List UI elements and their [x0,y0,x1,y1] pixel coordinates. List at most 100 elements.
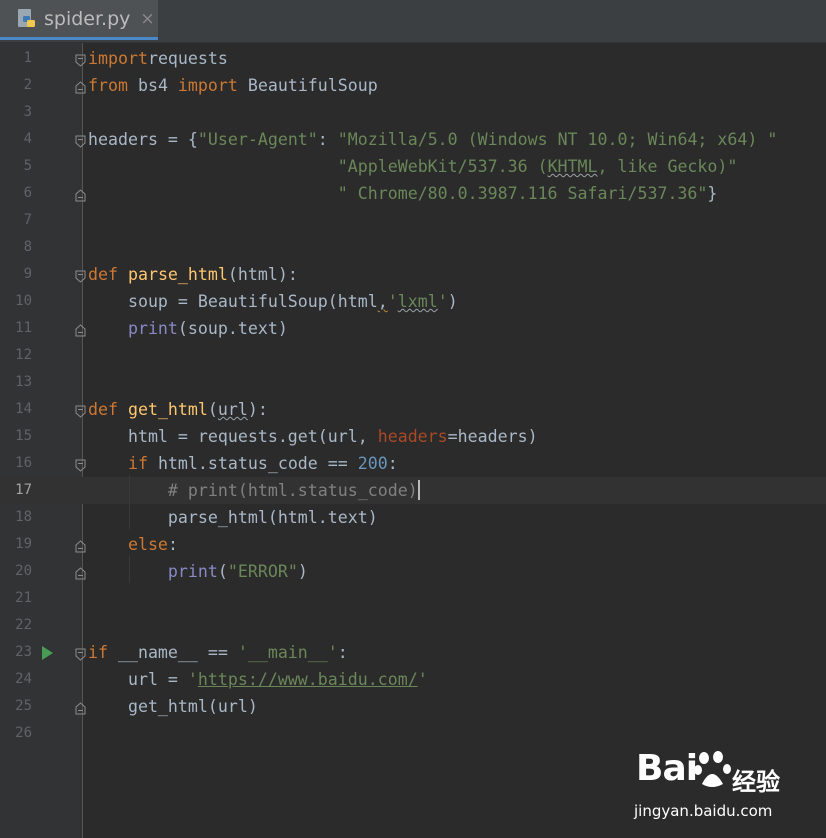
code-text: def parse_html(html): [88,261,298,288]
code-token: ) [297,562,308,581]
code-token: ' [187,670,198,689]
code-token: : [337,643,348,662]
code-token: =headers) [447,427,538,446]
code-line[interactable]: 5 "AppleWebKit/537.36 (KHTML, like Gecko… [0,153,826,180]
code-token: if [88,454,148,473]
code-token: bs4 [127,76,178,95]
code-line[interactable]: 16 if html.status_code == 200: [0,450,826,477]
code-line[interactable]: 9 def parse_html(html): [0,261,826,288]
code-line[interactable]: 26 [0,720,826,747]
fold-close-icon[interactable] [75,79,86,94]
fold-open-icon[interactable] [75,457,86,472]
fold-close-icon[interactable] [75,700,86,715]
line-number: 3 [23,104,32,120]
code-token: "Mozilla/5.0 (Windows NT 10.0; Win64; x6… [337,130,778,149]
code-token: parse_html [127,265,228,284]
code-token: https://www.baidu.com/ [197,670,418,689]
run-icon[interactable] [42,646,53,660]
code-line[interactable]: 21 [0,585,826,612]
fold-open-icon[interactable] [75,268,86,283]
fold-open-icon[interactable] [75,403,86,418]
code-token: , [377,292,388,311]
indent-guide [129,475,130,529]
code-line[interactable]: 14 def get_html(url): [0,396,826,423]
watermark-url: jingyan.baidu.com [634,802,773,820]
code-token: ' [387,292,398,311]
editor-tab-bar: spider.py × [0,0,826,43]
close-icon[interactable]: × [140,9,154,29]
line-number: 8 [23,239,32,255]
code-line[interactable]: 6 " Chrome/80.0.3987.116 Safari/537.36"} [0,180,826,207]
code-line[interactable]: 18 parse_html(html.text) [0,504,826,531]
line-number: 15 [15,428,32,444]
code-text: html = requests.get(url, headers=headers… [88,423,538,450]
code-token: html = requests.get(url, [88,427,378,446]
code-token: ): [247,400,268,419]
fold-open-icon[interactable] [75,133,86,148]
code-token: lxml [397,292,438,311]
line-number: 16 [15,455,32,471]
code-line[interactable]: 12 [0,342,826,369]
code-token: headers [377,427,448,446]
fold-open-icon[interactable] [75,646,86,661]
code-token: } [707,184,718,203]
line-number: 10 [15,293,32,309]
code-token: "AppleWebKit/537.36 ( [337,157,548,176]
code-token: print [88,562,218,581]
code-token: ' [417,670,428,689]
code-token: get_html(url) [88,697,258,716]
fold-close-icon[interactable] [75,565,86,580]
line-number: 6 [23,185,32,201]
fold-open-icon[interactable] [75,52,86,67]
fold-close-icon[interactable] [75,187,86,202]
code-token: import [88,49,148,68]
code-token: headers = { [88,130,198,149]
code-text: parse_html(html.text) [88,504,378,531]
line-number: 25 [15,698,32,714]
code-line[interactable]: 2 from bs4 import BeautifulSoup [0,72,826,99]
line-number: 11 [15,320,32,336]
code-text: if __name__ == '__main__': [88,639,348,666]
line-number: 5 [23,158,32,174]
code-line[interactable]: 20 print("ERROR") [0,558,826,585]
code-line[interactable]: 10 soup = BeautifulSoup(html,'lxml') [0,288,826,315]
code-line[interactable]: 13 [0,369,826,396]
code-line[interactable]: 11 print(soup.text) [0,315,826,342]
code-line[interactable]: 3 [0,99,826,126]
code-line[interactable]: 17 # print(html.status_code) [0,477,826,504]
code-token: KHTML [547,157,598,176]
code-line[interactable]: 7 [0,207,826,234]
code-text: "AppleWebKit/537.36 (KHTML, like Gecko)" [88,153,738,180]
watermark-brand-cn: 经验 [732,768,780,796]
fold-close-icon[interactable] [75,322,86,337]
python-file-icon [16,8,38,30]
code-line[interactable]: 23 if __name__ == '__main__': [0,639,826,666]
code-line[interactable]: 24 url = 'https://www.baidu.com/' [0,666,826,693]
code-line[interactable]: 1 importrequests [0,45,826,72]
code-token: " Chrome/80.0.3987.116 Safari/537.36" [337,184,708,203]
line-number: 2 [23,77,32,93]
code-text: from bs4 import BeautifulSoup [88,72,378,99]
code-text: print("ERROR") [88,558,308,585]
watermark-brand: Bai [636,748,698,789]
line-number: 22 [15,617,32,633]
tab-label: spider.py [44,7,131,30]
tab-spider-py[interactable]: spider.py × [0,0,158,40]
code-editor[interactable]: 1 importrequests 2 from bs4 import Beautifu… [0,43,826,838]
code-line[interactable]: 15 html = requests.get(url, headers=head… [0,423,826,450]
line-number: 26 [15,725,32,741]
code-token: BeautifulSoup [237,76,378,95]
code-line[interactable]: 19 else: [0,531,826,558]
fold-close-icon[interactable] [75,538,86,553]
code-text: # print(html.status_code) [88,477,420,504]
code-token: (soup.text) [177,319,288,338]
code-line[interactable]: 8 [0,234,826,261]
code-line[interactable]: 25 get_html(url) [0,693,826,720]
baidu-jingyan-watermark: Bai 经验 jingyan.baidu.com [632,748,792,823]
code-line[interactable]: 22 [0,612,826,639]
line-number: 18 [15,509,32,525]
line-number: 1 [23,50,32,66]
code-line[interactable]: 4 headers = {"User-Agent": "Mozilla/5.0 (… [0,126,826,153]
code-token: soup = BeautifulSoup(html [88,292,378,311]
